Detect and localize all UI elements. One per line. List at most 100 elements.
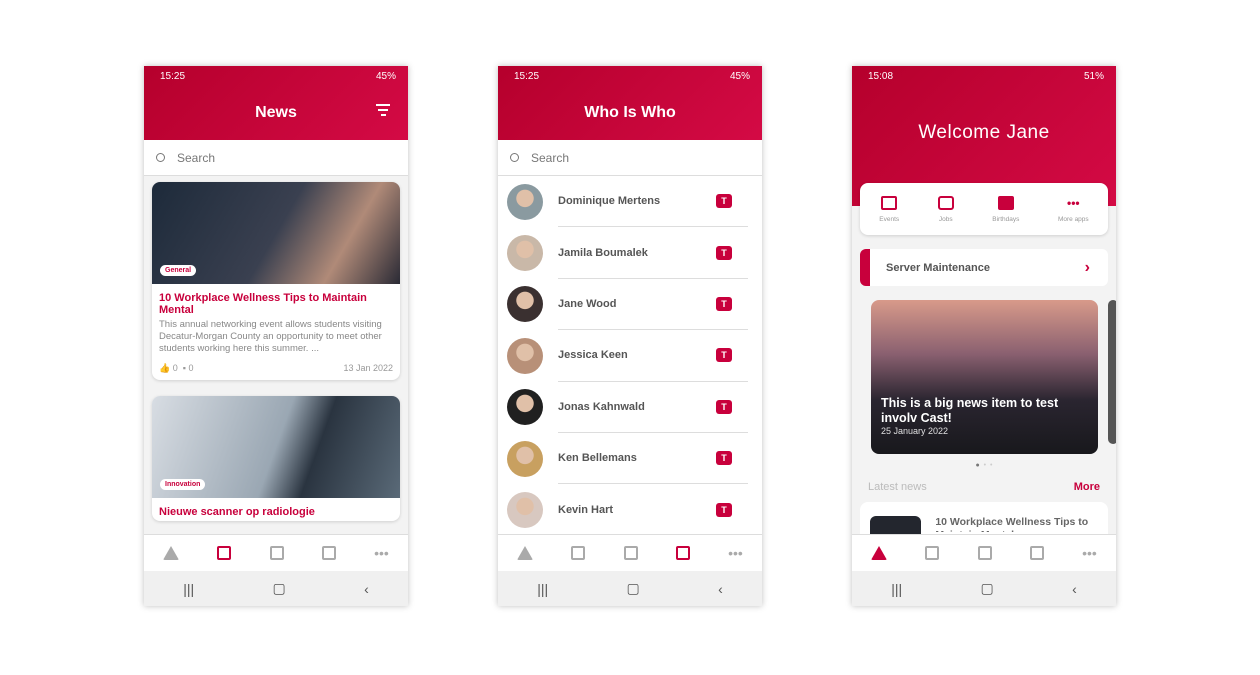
- person-name: Dominique Mertens: [558, 195, 661, 208]
- search-input[interactable]: Search: [144, 140, 408, 176]
- battery: 45%: [729, 70, 750, 82]
- teams-icon[interactable]: T: [716, 296, 732, 311]
- time: 15:08: [868, 70, 894, 82]
- teams-icon[interactable]: T: [716, 348, 732, 363]
- alert-title: Server Maintenance: [886, 261, 990, 274]
- news-title: 10 Workplace Wellness Tips to Maintain M…: [935, 516, 1089, 532]
- search-icon: [156, 153, 165, 162]
- next-card-peek[interactable]: [1108, 300, 1116, 444]
- system-nav: ||| ▢ ‹: [144, 571, 408, 606]
- search-input[interactable]: Search: [498, 140, 762, 176]
- avatar: [507, 492, 543, 529]
- teams-icon[interactable]: T: [716, 451, 732, 466]
- avatar: [507, 440, 543, 477]
- category-badge: General: [160, 265, 197, 276]
- time: 15:25: [514, 70, 540, 82]
- person-name: Jamila Boumalek: [558, 246, 648, 259]
- news-icon[interactable]: [217, 546, 232, 560]
- person-row[interactable]: Jessica Keen T: [498, 330, 762, 382]
- like-icon[interactable]: 👍: [159, 363, 173, 373]
- news-desc: This annual networking event allows stud…: [159, 319, 382, 354]
- birthdays-button[interactable]: Birthdays: [992, 195, 1019, 223]
- document-icon[interactable]: [977, 546, 992, 560]
- home-icon[interactable]: [871, 546, 888, 560]
- more-icon[interactable]: •••: [374, 546, 389, 560]
- briefcase-icon: [937, 195, 954, 210]
- home-button[interactable]: ▢: [627, 580, 640, 597]
- home-icon[interactable]: [517, 546, 534, 560]
- header: 15:25 45% News: [144, 66, 408, 140]
- page-title: Who Is Who: [584, 104, 676, 121]
- featured-news-card[interactable]: This is a big news item to test involv C…: [871, 300, 1098, 454]
- person-row[interactable]: Kevin Hart T: [498, 484, 762, 536]
- news-card[interactable]: Innovation Nieuwe scanner op radiologie: [152, 396, 400, 521]
- category-badge: Innovation: [160, 479, 206, 490]
- bottom-nav: •••: [852, 534, 1116, 571]
- news-card[interactable]: General 10 Workplace Wellness Tips to Ma…: [152, 182, 400, 380]
- recents-button[interactable]: |||: [537, 581, 548, 597]
- news-image: General: [152, 182, 400, 284]
- home-button[interactable]: ▢: [273, 580, 286, 597]
- page-title: News: [255, 104, 297, 121]
- carousel-dots[interactable]: ● • •: [852, 462, 1116, 469]
- more-apps-button[interactable]: ••• More apps: [1058, 196, 1089, 223]
- news-image: Innovation: [152, 396, 400, 498]
- comment-count: 0: [188, 363, 194, 373]
- section-title: Latest news: [868, 481, 927, 493]
- person-name: Kevin Hart: [558, 503, 614, 516]
- battery: 51%: [1083, 70, 1104, 82]
- filter-icon[interactable]: [376, 104, 390, 119]
- more-icon[interactable]: •••: [1082, 546, 1097, 560]
- events-button[interactable]: Events: [879, 195, 899, 223]
- more-icon[interactable]: •••: [728, 546, 743, 560]
- avatar: [507, 183, 543, 220]
- teams-icon[interactable]: T: [716, 399, 732, 414]
- more-icon: •••: [1067, 195, 1080, 210]
- person-name: Ken Bellemans: [558, 452, 637, 465]
- teams-icon[interactable]: T: [716, 194, 732, 209]
- status-bar: 15:25 45%: [144, 66, 408, 86]
- header: 15:25 45% Who Is Who: [498, 66, 762, 140]
- welcome-title: Welcome Jane: [918, 122, 1050, 143]
- document-icon[interactable]: [623, 546, 638, 560]
- news-icon[interactable]: [925, 546, 940, 560]
- contacts-icon[interactable]: [675, 546, 690, 560]
- home-screen: 15:08 51% Welcome Jane Events Jobs Birthd…: [852, 66, 1116, 606]
- cake-icon: [997, 195, 1014, 210]
- status-bar: 15:25 45%: [498, 66, 762, 86]
- featured-title: This is a big news item to test involv C…: [881, 396, 1059, 425]
- back-button[interactable]: ‹: [364, 581, 369, 597]
- news-icon[interactable]: [571, 546, 586, 560]
- jobs-button[interactable]: Jobs: [937, 195, 954, 223]
- avatar: [507, 286, 543, 323]
- alert-banner[interactable]: Server Maintenance ›: [860, 249, 1108, 286]
- more-link[interactable]: More: [1074, 481, 1100, 493]
- back-button[interactable]: ‹: [1072, 581, 1077, 597]
- back-button[interactable]: ‹: [718, 581, 723, 597]
- bottom-nav: •••: [498, 534, 762, 571]
- person-name: Jessica Keen: [558, 349, 628, 362]
- person-row[interactable]: Dominique Mertens T: [498, 176, 762, 228]
- home-button[interactable]: ▢: [981, 580, 994, 597]
- avatar: [507, 389, 543, 426]
- search-placeholder: Search: [177, 150, 216, 165]
- news-screen: 15:25 45% News Search General 10 Workplac…: [144, 66, 408, 606]
- time: 15:25: [160, 70, 186, 82]
- battery: 45%: [375, 70, 396, 82]
- calendar-icon: [881, 195, 898, 210]
- person-row[interactable]: Jane Wood T: [498, 278, 762, 331]
- featured-date: 25 January 2022: [881, 426, 949, 436]
- teams-icon[interactable]: T: [716, 245, 732, 260]
- teams-icon[interactable]: T: [716, 502, 732, 517]
- document-icon[interactable]: [269, 546, 284, 560]
- home-icon[interactable]: [163, 546, 180, 560]
- who-is-who-screen: 15:25 45% Who Is Who Search Dominique Mer…: [498, 66, 762, 606]
- recents-button[interactable]: |||: [891, 581, 902, 597]
- recents-button[interactable]: |||: [183, 581, 194, 597]
- person-row[interactable]: Ken Bellemans T: [498, 432, 762, 485]
- person-row[interactable]: Jonas Kahnwald T: [498, 381, 762, 433]
- person-row[interactable]: Jamila Boumalek T: [498, 227, 762, 279]
- contacts-icon[interactable]: [1029, 546, 1044, 560]
- contacts-icon[interactable]: [321, 546, 336, 560]
- search-placeholder: Search: [531, 150, 570, 165]
